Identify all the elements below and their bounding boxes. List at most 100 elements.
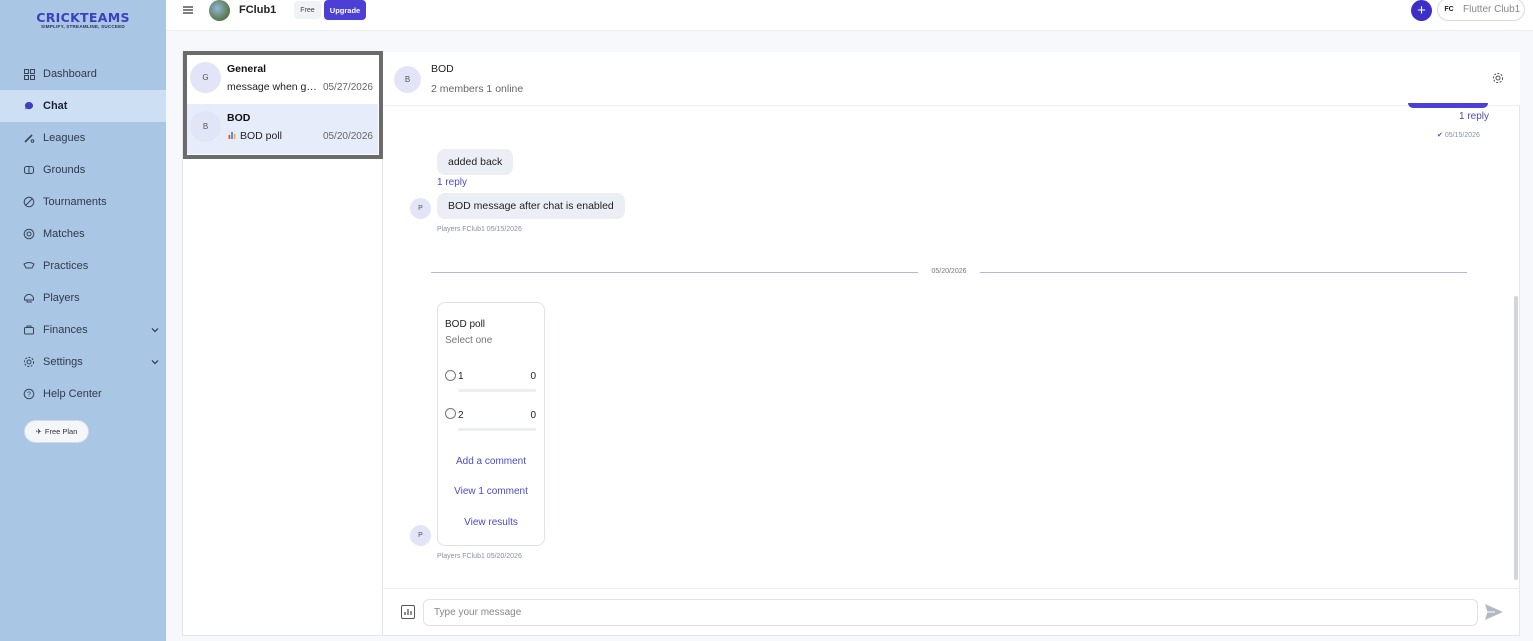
poll-option-label[interactable]: 2 bbox=[458, 410, 464, 421]
chat-icon bbox=[23, 100, 35, 112]
chevron-down-icon[interactable] bbox=[150, 325, 160, 335]
sender-avatar[interactable]: P bbox=[410, 198, 431, 219]
sidebar: CRICKTEAMS SIMPLIFY, STREAMLINE, SUCCEED… bbox=[0, 0, 166, 641]
plan-badge: Free bbox=[294, 1, 321, 19]
svg-text:?: ? bbox=[27, 392, 31, 399]
chat-panel bbox=[383, 52, 1520, 636]
top-bar: FClub1 Free Upgrade + FC Flutter Club1 bbox=[166, 0, 1533, 31]
poll-option-count: 0 bbox=[530, 371, 536, 382]
poll-subtitle: Select one bbox=[445, 335, 493, 346]
help-icon: ? bbox=[23, 388, 35, 400]
sidebar-item-label: Settings bbox=[43, 356, 83, 368]
channel-name: General bbox=[227, 63, 267, 75]
composer-divider bbox=[383, 588, 1520, 589]
sidebar-item-finances[interactable]: Finances bbox=[0, 314, 166, 346]
channel-item-bod[interactable]: B BOD BOD poll 05/20/2026 bbox=[187, 104, 378, 154]
sidebar-item-matches[interactable]: Matches bbox=[0, 218, 166, 250]
sidebar-item-label: Practices bbox=[43, 260, 89, 272]
free-plan-button[interactable]: ✈ Free Plan bbox=[24, 420, 89, 443]
logo-title: CRICKTEAMS bbox=[36, 10, 130, 25]
sidebar-item-label: Players bbox=[43, 292, 80, 304]
channel-preview-text: BOD poll bbox=[240, 130, 283, 142]
ground-icon bbox=[23, 164, 35, 176]
logo-tagline: SIMPLIFY, STREAMLINE, SUCCEED bbox=[41, 24, 125, 29]
poll-option-radio[interactable] bbox=[445, 370, 456, 381]
sidebar-item-label: Leagues bbox=[43, 132, 86, 144]
user-name: Flutter Club1 bbox=[1463, 4, 1521, 15]
rocket-icon: ✈ bbox=[35, 427, 42, 436]
add-button[interactable]: + bbox=[1411, 0, 1432, 21]
gear-icon[interactable] bbox=[1492, 72, 1504, 84]
channel-date: 05/20/2026 bbox=[322, 131, 373, 142]
sidebar-item-leagues[interactable]: Leagues bbox=[0, 122, 166, 154]
message-meta: Players FClub1 05/20/2026 bbox=[437, 553, 522, 560]
chat-title: BOD bbox=[431, 63, 454, 75]
chat-header: B BOD 2 members 1 online bbox=[383, 52, 1520, 106]
message-date: 05/15/2026 bbox=[1444, 132, 1480, 139]
poll-title: BOD poll bbox=[445, 319, 486, 330]
app-logo[interactable]: CRICKTEAMS SIMPLIFY, STREAMLINE, SUCCEED bbox=[36, 11, 130, 30]
sidebar-item-settings[interactable]: Settings bbox=[0, 346, 166, 378]
double-check-icon: ✔ bbox=[1437, 132, 1443, 139]
sidebar-item-practices[interactable]: Practices bbox=[0, 250, 166, 282]
channel-preview: message when gl... bbox=[227, 81, 317, 93]
gear-icon bbox=[23, 356, 35, 368]
message-meta: Players FClub1 05/15/2026 bbox=[437, 226, 522, 233]
sidebar-item-chat[interactable]: Chat bbox=[0, 90, 166, 122]
reply-link[interactable]: 1 reply bbox=[437, 177, 467, 188]
poll-option-radio[interactable] bbox=[445, 408, 456, 419]
sidebar-item-help-center[interactable]: ? Help Center bbox=[0, 378, 166, 410]
sidebar-nav: Dashboard Chat Leagues Grounds Tournamen… bbox=[0, 58, 166, 410]
bat-icon bbox=[23, 132, 35, 144]
sender-avatar[interactable]: P bbox=[410, 525, 431, 546]
plus-icon: + bbox=[1417, 2, 1426, 19]
sidebar-item-label: Finances bbox=[43, 324, 88, 336]
user-menu[interactable]: FC Flutter Club1 bbox=[1437, 0, 1525, 21]
match-icon bbox=[23, 228, 35, 240]
reply-link[interactable]: 1 reply bbox=[1459, 111, 1489, 122]
poll-option-bar bbox=[458, 389, 536, 392]
sidebar-item-label: Grounds bbox=[43, 164, 86, 176]
create-poll-icon[interactable] bbox=[401, 605, 415, 619]
user-avatar: FC bbox=[1444, 6, 1454, 13]
practice-icon bbox=[23, 260, 35, 272]
sidebar-item-label: Dashboard bbox=[43, 68, 97, 80]
message-input[interactable] bbox=[423, 599, 1478, 626]
sidebar-item-players[interactable]: Players bbox=[0, 282, 166, 314]
date-divider-line bbox=[980, 272, 1467, 273]
send-icon[interactable] bbox=[1484, 603, 1504, 621]
poll-option-label[interactable]: 1 bbox=[458, 371, 464, 382]
poll-option-count: 0 bbox=[530, 410, 536, 421]
view-results-link[interactable]: View results bbox=[438, 517, 544, 528]
view-comments-link[interactable]: View 1 comment bbox=[438, 486, 544, 497]
helmet-icon bbox=[23, 292, 35, 304]
hamburger-menu-icon[interactable] bbox=[182, 4, 194, 16]
sidebar-item-label: Tournaments bbox=[43, 196, 107, 208]
ball-icon bbox=[23, 196, 35, 208]
sidebar-item-grounds[interactable]: Grounds bbox=[0, 154, 166, 186]
channel-avatar: G bbox=[190, 62, 221, 93]
date-divider-label: 05/20/2026 bbox=[931, 268, 967, 275]
channel-date: 05/27/2026 bbox=[322, 82, 373, 93]
sidebar-item-tournaments[interactable]: Tournaments bbox=[0, 186, 166, 218]
poll-card: BOD poll Select one 1 0 2 0 Add a commen… bbox=[437, 302, 545, 546]
club-name[interactable]: FClub1 bbox=[239, 4, 276, 16]
chevron-down-icon[interactable] bbox=[150, 357, 160, 367]
wallet-icon bbox=[23, 324, 35, 336]
add-comment-link[interactable]: Add a comment bbox=[438, 456, 544, 467]
channel-avatar: B bbox=[190, 111, 221, 142]
club-avatar[interactable] bbox=[209, 0, 230, 21]
upgrade-button[interactable]: Upgrade bbox=[324, 0, 366, 20]
chat-member-status: 2 members 1 online bbox=[431, 83, 524, 95]
sidebar-item-dashboard[interactable]: Dashboard bbox=[0, 58, 166, 90]
poll-chart-icon bbox=[227, 130, 237, 140]
chat-scrollbar[interactable] bbox=[1514, 296, 1518, 580]
grid-icon bbox=[23, 68, 35, 80]
previous-message-bubble bbox=[1408, 103, 1488, 108]
channel-item-general[interactable]: G General message when gl... 05/27/2026 bbox=[187, 55, 378, 105]
date-divider-line bbox=[431, 272, 918, 273]
message-bubble: added back bbox=[437, 149, 514, 175]
sidebar-item-label: Help Center bbox=[43, 388, 102, 400]
channel-preview: BOD poll bbox=[227, 130, 317, 142]
channel-avatar: B bbox=[394, 66, 421, 93]
